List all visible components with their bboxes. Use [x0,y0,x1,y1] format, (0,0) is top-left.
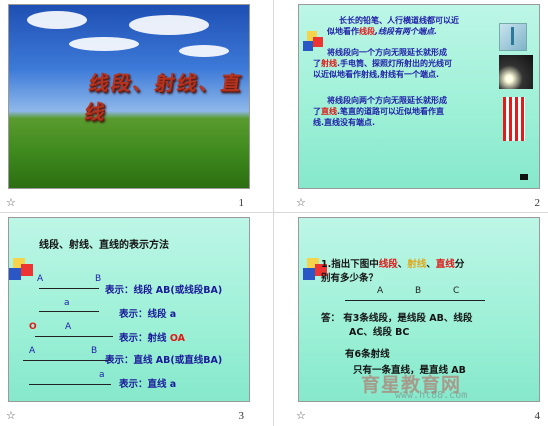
point-label: A [29,346,36,356]
flashlight-image [499,55,533,89]
slide-4-canvas: 1.指出下图中线段、射线、直线分 别有多少条？ A B C 答： 有3条线段，是… [298,217,540,402]
question-text: 1.指出下图中线段、射线、直线分 [321,259,465,270]
slide-thumbnail-2[interactable]: 长长的铅笔、人行横道线都可以近 似地看作线段,线段有两个端点. 将线段向一个方向… [274,0,548,213]
star-icon[interactable]: ☆ [6,409,16,422]
point-label: A [65,322,72,332]
watermark-url: www.ht88.com [395,390,468,401]
question-text-line2: 别有多少条？ [321,273,379,284]
line-diagram [345,300,485,301]
deco-square [21,264,33,276]
slide-number: 1 [238,197,245,209]
point-label: A [37,274,44,284]
slide-heading: 线段、射线、直线的表示方法 [39,240,169,251]
point-label: B [91,346,98,356]
deco-square [303,268,315,280]
notation-text: 表示：线段 AB(或线段BA) [105,285,223,296]
point-label: A [377,286,384,296]
ray-line [35,336,113,337]
cloud [179,45,229,57]
slide-number: 3 [238,410,245,422]
slide-thumbnail-1[interactable]: 线段、射线、直线 ☆ 1 [0,0,274,213]
cloud [129,15,209,35]
notation-text: 表示：直线 AB(或直线BA) [105,355,223,366]
slide-title: 线段、射线、直线 [83,71,245,124]
segment-line [39,311,99,312]
answer-text: 有6条射线 [345,349,390,360]
paragraph-segment: 长长的铅笔、人行横道线都可以近 似地看作线段,线段有两个端点. [327,16,459,36]
notation-text: 表示：射线 OA [119,333,185,344]
slide-thumbnail-3[interactable]: 线段、射线、直线的表示方法 A B 表示：线段 AB(或线段BA) a 表示：线… [0,213,274,426]
point-label: B [95,274,102,284]
point-label: O [29,322,37,332]
deco-square [303,41,313,51]
paragraph-line: 将线段向两个方向无限延长就形成 了直线.笔直的道路可以近似地看作直 线.直线没有… [313,96,447,127]
slide-number: 4 [534,410,541,422]
answer-text: AC、线段 BC [349,327,410,338]
cloud [69,37,139,51]
point-label: a [64,298,70,308]
point-label: B [415,286,422,296]
nav-icon[interactable] [520,174,528,180]
notation-text: 表示：线段 a [119,309,177,320]
slide-thumbnail-4[interactable]: 1.指出下图中线段、射线、直线分 别有多少条？ A B C 答： 有3条线段，是… [274,213,548,426]
star-icon[interactable]: ☆ [296,409,306,422]
pencil-image [499,23,527,51]
point-label: C [453,286,460,296]
deco-square [9,268,21,280]
crosswalk-image [503,97,525,141]
deco-square [313,37,323,47]
notation-text: 表示：直线 a [119,379,177,390]
point-label: a [99,370,105,380]
slide-number: 2 [534,197,541,209]
segment-line [39,288,99,289]
paragraph-ray: 将线段向一个方向无限延长就形成 了射线.手电筒、探照灯所射出的光线可 以近似地看… [313,48,453,79]
slide-3-canvas: 线段、射线、直线的表示方法 A B 表示：线段 AB(或线段BA) a 表示：线… [8,217,250,402]
star-icon[interactable]: ☆ [6,196,16,209]
slide-2-canvas: 长长的铅笔、人行横道线都可以近 似地看作线段,线段有两个端点. 将线段向一个方向… [298,4,540,189]
slide-1-canvas: 线段、射线、直线 [8,4,250,189]
cloud [27,11,87,29]
straight-line [29,384,111,385]
star-icon[interactable]: ☆ [296,196,306,209]
answer-text: 答： 有3条线段，是线段 AB、线段 [321,313,473,324]
straight-line [23,360,111,361]
